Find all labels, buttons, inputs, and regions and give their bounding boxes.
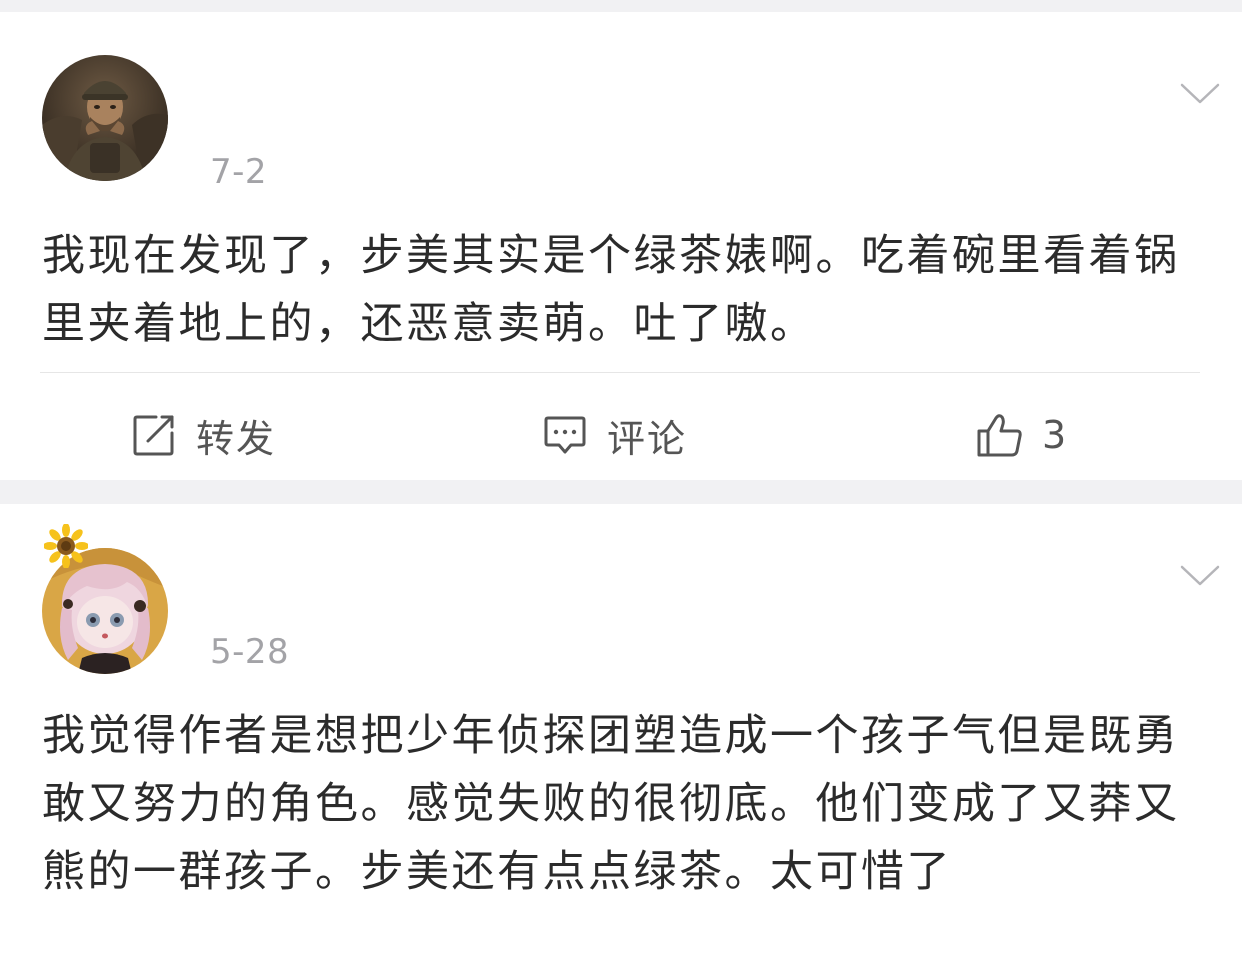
username[interactable] (210, 82, 690, 112)
like-button[interactable]: 3 (976, 410, 1068, 460)
comment-date: 5-28 (210, 632, 290, 672)
action-bar: 转发 评论 3 (0, 396, 1242, 476)
comment-body: 我觉得作者是想把少年侦探团塑造成一个孩子气但是既勇敢又努力的角色。感觉失败的很彻… (42, 711, 1180, 897)
top-gap (0, 0, 1242, 12)
repost-label: 转发 (196, 416, 277, 461)
thumbs-up-icon (977, 414, 1022, 457)
sunflower-icon (43, 523, 89, 569)
repost-icon (133, 415, 174, 456)
comment-label: 评论 (607, 416, 688, 461)
comment-body: 我现在发现了，步美其实是个绿茶婊啊。吃着碗里看着锅里夹着地上的，还恶意卖萌。吐了… (42, 231, 1180, 349)
comment-button[interactable]: 评论 (543, 410, 688, 461)
chevron-down-icon[interactable] (1180, 82, 1220, 106)
comment-card: 5-28 我觉得作者是想把少年侦探团塑造成一个孩子气但是既勇敢又努力的角色。感觉… (0, 504, 1242, 980)
comment-meta: 5-28 (210, 632, 289, 672)
comment-card: 7-2 我现在发现了，步美其实是个绿茶婊啊。吃着碗里看着锅里夹着地上的，还恶意卖… (0, 12, 1242, 480)
action-divider (40, 372, 1200, 373)
repost-button[interactable]: 转发 (132, 410, 277, 461)
username[interactable] (210, 574, 690, 604)
card-separator (0, 480, 1242, 504)
comment-date: 7-2 (210, 152, 268, 192)
like-count: 3 (1042, 413, 1069, 457)
chevron-down-icon[interactable] (1180, 564, 1220, 588)
comment-icon (544, 416, 586, 454)
comment-meta: 7-2 (210, 152, 267, 192)
avatar[interactable] (42, 55, 168, 181)
